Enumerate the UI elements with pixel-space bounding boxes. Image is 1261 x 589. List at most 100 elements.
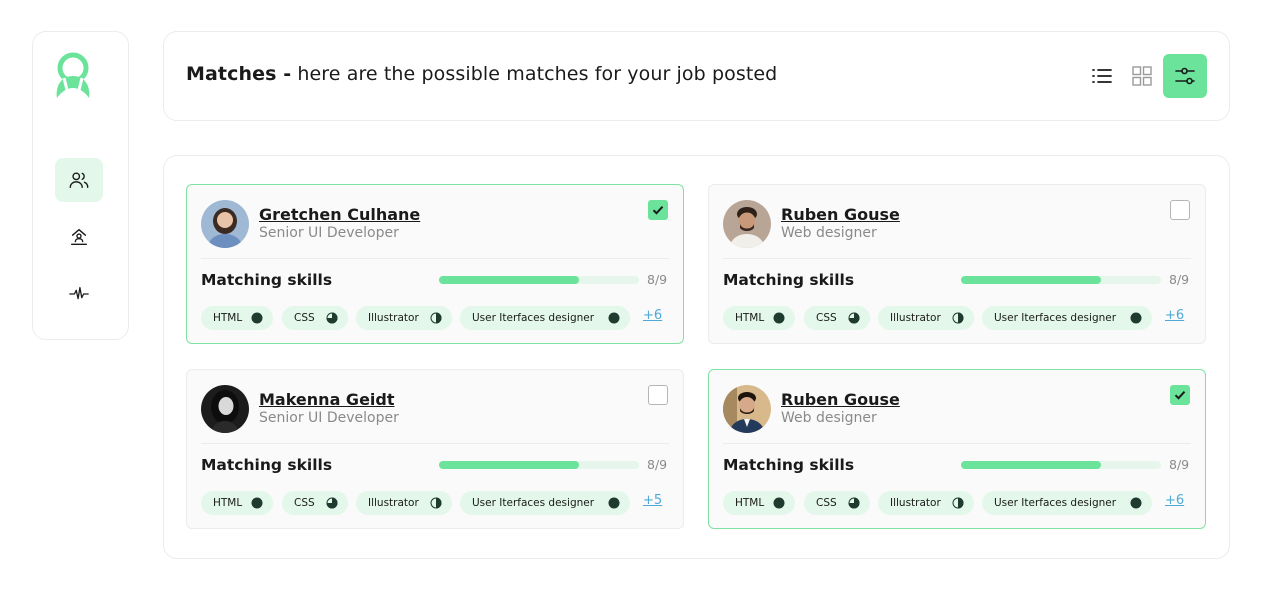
divider <box>201 443 669 444</box>
skill-tag-label: CSS <box>294 312 315 324</box>
match-card[interactable]: Makenna Geidt Senior UI Developer Matchi… <box>186 369 684 529</box>
list-view-icon <box>1092 69 1112 83</box>
skill-tag: CSS <box>804 306 870 330</box>
skill-tag-label: HTML <box>735 497 765 509</box>
skill-level-icon <box>773 497 785 509</box>
divider <box>723 258 1191 259</box>
skill-tag-label: User Iterfaces designer <box>472 497 595 509</box>
skills-progress-text: 8/9 <box>647 457 668 472</box>
skills-progress-fill <box>961 276 1101 284</box>
skill-level-icon <box>1130 312 1142 324</box>
skill-tag: User Iterfaces designer <box>982 306 1152 330</box>
skill-tag-label: HTML <box>213 497 243 509</box>
skills-progress-text: 8/9 <box>647 272 668 287</box>
skill-tag-label: HTML <box>735 312 765 324</box>
skill-level-icon <box>326 312 338 324</box>
users-icon <box>69 172 89 189</box>
skills-progress-text: 8/9 <box>1169 457 1190 472</box>
more-skills-link[interactable]: +6 <box>1165 308 1184 323</box>
skill-tag-label: CSS <box>294 497 315 509</box>
select-checkbox[interactable] <box>648 200 668 220</box>
match-card[interactable]: Ruben Gouse Web designer Matching skills… <box>708 369 1206 529</box>
skill-tag: HTML <box>201 306 273 330</box>
skill-level-icon <box>430 312 442 324</box>
skill-level-icon <box>1130 497 1142 509</box>
skill-level-icon <box>952 312 964 324</box>
skill-tag: HTML <box>201 491 273 515</box>
candidate-name[interactable]: Makenna Geidt <box>259 390 395 409</box>
divider <box>201 258 669 259</box>
candidate-role: Web designer <box>781 410 877 426</box>
checkmark-icon <box>652 206 664 215</box>
skill-level-icon <box>251 497 263 509</box>
more-skills-link[interactable]: +6 <box>643 308 662 323</box>
candidate-name[interactable]: Gretchen Culhane <box>259 205 420 224</box>
more-skills-link[interactable]: +5 <box>643 493 662 508</box>
skills-progress-text: 8/9 <box>1169 272 1190 287</box>
match-card[interactable]: Ruben Gouse Web designer Matching skills… <box>708 184 1206 344</box>
skill-tag: Illustrator <box>356 491 452 515</box>
skills-progress-bar <box>961 461 1161 469</box>
matches-panel: Gretchen Culhane Senior UI Developer Mat… <box>163 155 1230 559</box>
avatar <box>201 385 249 433</box>
candidate-name[interactable]: Ruben Gouse <box>781 205 900 224</box>
grid-view-button[interactable] <box>1120 54 1164 98</box>
skill-level-icon <box>608 312 620 324</box>
skills-progress-fill <box>439 461 579 469</box>
candidate-role: Senior UI Developer <box>259 410 399 426</box>
skill-tag: User Iterfaces designer <box>982 491 1152 515</box>
skills-progress-fill <box>961 461 1101 469</box>
skill-tag-label: Illustrator <box>368 497 419 509</box>
matching-skills-label: Matching skills <box>201 271 333 289</box>
skill-tag-label: CSS <box>816 312 837 324</box>
more-skills-link[interactable]: +6 <box>1165 493 1184 508</box>
skill-tag-label: User Iterfaces designer <box>994 312 1117 324</box>
skill-tag-label: Illustrator <box>890 497 941 509</box>
select-checkbox[interactable] <box>1170 200 1190 220</box>
avatar <box>201 200 249 248</box>
skills-progress-bar <box>961 276 1161 284</box>
sidebar-item-upload[interactable] <box>55 215 103 259</box>
logo-icon <box>56 52 90 99</box>
select-checkbox[interactable] <box>648 385 668 405</box>
sidebar-item-users[interactable] <box>55 158 103 202</box>
list-view-button[interactable] <box>1080 54 1124 98</box>
matching-skills-label: Matching skills <box>723 271 855 289</box>
skill-tag: Illustrator <box>356 306 452 330</box>
avatar <box>723 385 771 433</box>
skill-tag-label: User Iterfaces designer <box>472 312 595 324</box>
candidate-role: Web designer <box>781 225 877 241</box>
matching-skills-label: Matching skills <box>723 456 855 474</box>
skill-tag-label: Illustrator <box>890 312 941 324</box>
sidebar <box>32 31 129 340</box>
match-card[interactable]: Gretchen Culhane Senior UI Developer Mat… <box>186 184 684 344</box>
candidate-role: Senior UI Developer <box>259 225 399 241</box>
skill-tag: User Iterfaces designer <box>460 306 630 330</box>
matching-skills-label: Matching skills <box>201 456 333 474</box>
avatar <box>723 200 771 248</box>
skill-tag-label: Illustrator <box>368 312 419 324</box>
skill-tag: CSS <box>804 491 870 515</box>
page-title: Matches - here are the possible matches … <box>186 63 777 85</box>
grid-view-icon <box>1132 66 1152 86</box>
skill-tag: HTML <box>723 491 795 515</box>
skill-tag-label: HTML <box>213 312 243 324</box>
skill-level-icon <box>848 497 860 509</box>
upload-person-icon <box>70 228 88 246</box>
sidebar-item-activity[interactable] <box>55 272 103 316</box>
divider <box>723 443 1191 444</box>
activity-icon <box>69 286 89 300</box>
skill-level-icon <box>848 312 860 324</box>
select-checkbox[interactable] <box>1170 385 1190 405</box>
checkmark-icon <box>1174 391 1186 400</box>
skill-tag: Illustrator <box>878 306 974 330</box>
header-bar: Matches - here are the possible matches … <box>163 31 1230 121</box>
skill-level-icon <box>608 497 620 509</box>
filter-button[interactable] <box>1163 54 1207 98</box>
filter-sliders-icon <box>1175 67 1195 85</box>
skill-tag: User Iterfaces designer <box>460 491 630 515</box>
skill-tag: Illustrator <box>878 491 974 515</box>
skill-level-icon <box>251 312 263 324</box>
skill-tag: CSS <box>282 491 348 515</box>
candidate-name[interactable]: Ruben Gouse <box>781 390 900 409</box>
